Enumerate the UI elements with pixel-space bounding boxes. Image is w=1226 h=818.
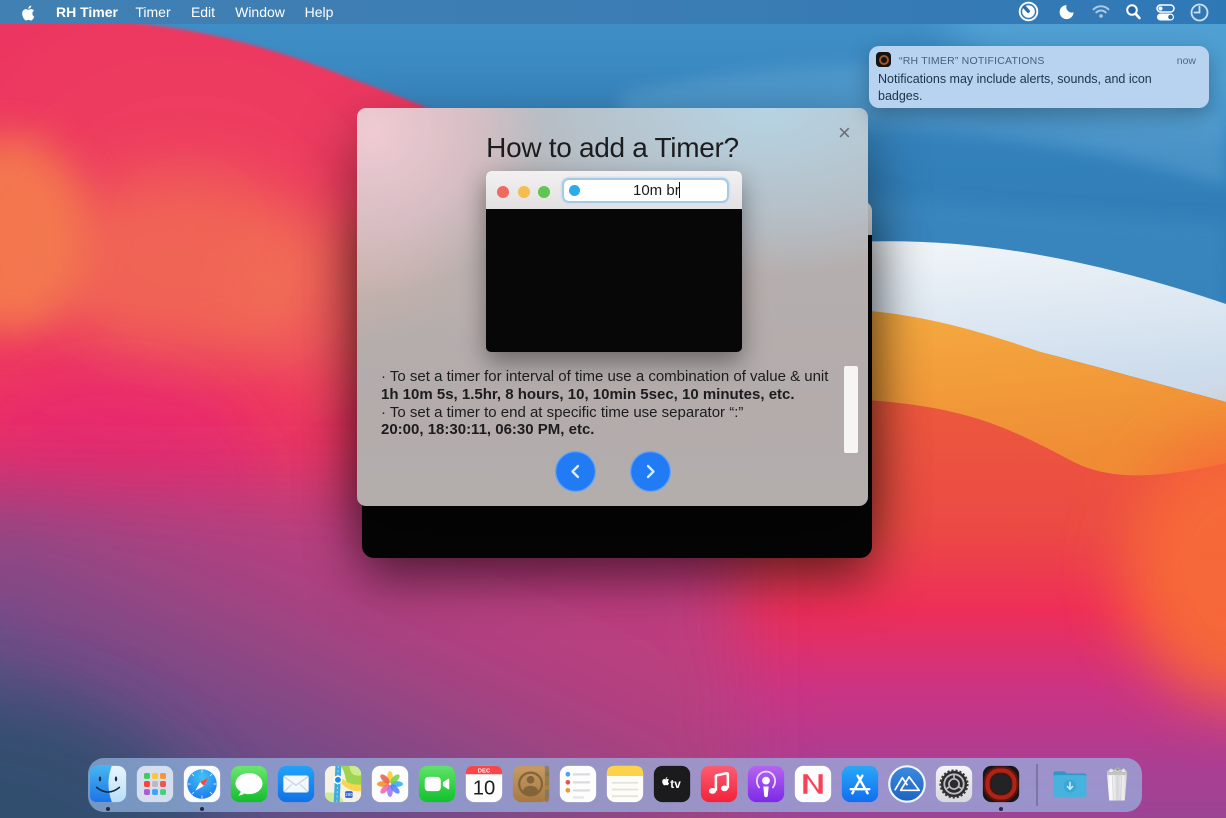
svg-text:DEC: DEC [478, 769, 491, 775]
svg-text:10: 10 [473, 778, 496, 800]
svg-text:tv: tv [670, 777, 681, 791]
svg-text:280: 280 [345, 792, 353, 797]
